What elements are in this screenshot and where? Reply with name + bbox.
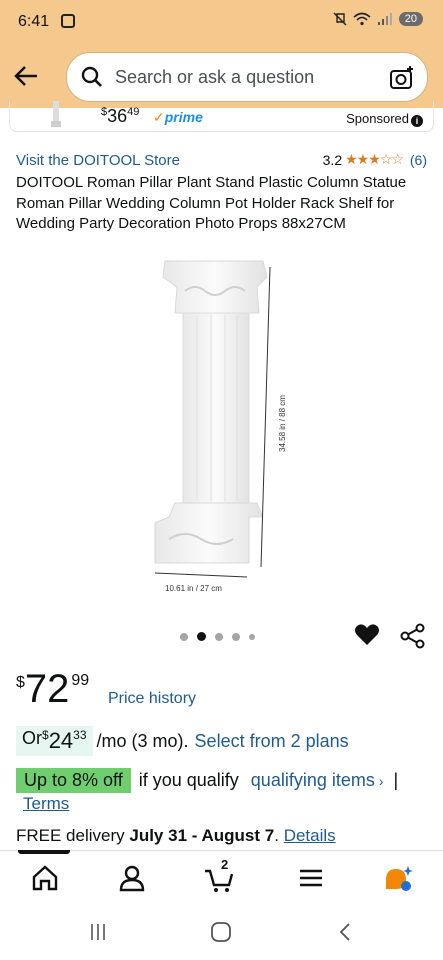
carousel-dot[interactable] xyxy=(215,632,223,641)
prime-badge: ✓prime xyxy=(153,109,203,125)
cart-icon[interactable] xyxy=(204,863,234,893)
height-dimension-label: 34.58 in / 88 cm xyxy=(278,395,287,452)
width-dimension-label: 10.61 in / 27 cm xyxy=(165,584,222,593)
sponsored-label[interactable]: Sponsored i xyxy=(346,111,423,127)
info-icon[interactable]: i xyxy=(411,115,423,127)
chevron-right-icon: › xyxy=(378,772,384,789)
store-link[interactable]: Visit the DOITOOL Store xyxy=(16,152,180,169)
delivery-details-link[interactable]: Details xyxy=(284,826,336,845)
account-icon[interactable] xyxy=(117,863,147,893)
rating-summary[interactable]: 3.2 ★★★☆☆ (6) xyxy=(323,151,427,168)
rating-stars-icon: ★★★☆☆ xyxy=(345,151,404,167)
promo-text: if you qualify xyxy=(138,770,239,790)
system-navigation-bar xyxy=(0,906,443,960)
delivery-info: FREE delivery July 31 - August 7. Detail… xyxy=(16,826,336,845)
back-arrow-icon[interactable] xyxy=(12,62,40,90)
home-icon[interactable] xyxy=(30,863,60,893)
system-back-icon[interactable] xyxy=(336,922,354,942)
recent-apps-icon[interactable] xyxy=(88,922,108,942)
prime-check-icon: ✓ xyxy=(153,109,165,125)
search-bar[interactable]: Search or ask a question xyxy=(66,52,428,102)
product-title: DOITOOL Roman Pillar Plant Stand Plastic… xyxy=(16,174,407,232)
search-icon xyxy=(81,66,102,87)
header-bar: 6:41 20 Search or ask a question xyxy=(0,0,443,108)
sponsored-product-thumbnail xyxy=(51,101,61,127)
search-input[interactable]: Search or ask a question xyxy=(115,67,314,88)
rating-value: 3.2 xyxy=(322,151,343,168)
monthly-payment: Or $24 33 /mo (3 mo). Select from 2 plans xyxy=(16,724,349,758)
screen-capture-icon xyxy=(61,14,75,28)
carousel-dot[interactable] xyxy=(232,632,240,641)
camera-search-icon[interactable] xyxy=(389,65,415,91)
rating-count[interactable]: (6) xyxy=(410,152,427,168)
promo-separator: | xyxy=(393,770,399,790)
home-button-icon[interactable] xyxy=(210,922,232,942)
sponsored-product-strip[interactable]: $3649 ✓prime Sponsored i xyxy=(9,101,434,132)
menu-icon[interactable] xyxy=(296,863,326,893)
price-history-link[interactable]: Price history xyxy=(108,690,196,708)
heart-icon[interactable] xyxy=(354,622,380,648)
terms-link[interactable]: Terms xyxy=(23,794,69,814)
status-icons: 20 xyxy=(333,12,423,26)
qualifying-items-link[interactable]: qualifying items xyxy=(251,770,375,791)
signal-icon xyxy=(377,13,392,25)
monthly-price-pill: Or $24 33 xyxy=(16,726,93,756)
cart-count: 2 xyxy=(221,857,229,872)
carousel-dot[interactable] xyxy=(180,632,188,641)
mute-icon xyxy=(333,12,347,26)
carousel-dot[interactable] xyxy=(249,633,255,640)
rufus-assistant-icon[interactable] xyxy=(383,863,413,893)
bottom-nav: 2 xyxy=(0,850,443,906)
image-carousel-dots[interactable] xyxy=(180,632,255,641)
promo-row: Up to 8% off if you qualify qualifying i… xyxy=(16,768,398,793)
active-tab-indicator xyxy=(18,850,70,854)
wifi-icon xyxy=(353,12,371,26)
carousel-dot-active[interactable] xyxy=(197,632,206,641)
product-price: $72 99 xyxy=(16,667,90,711)
select-plans-link[interactable]: Select from 2 plans xyxy=(195,731,349,752)
product-image[interactable]: 34.58 in / 88 cm 10.61 in / 27 cm xyxy=(145,255,295,600)
share-icon[interactable] xyxy=(400,623,426,649)
battery-indicator: 20 xyxy=(398,12,423,26)
status-time: 6:41 xyxy=(18,13,50,30)
discount-badge: Up to 8% off xyxy=(16,768,131,793)
monthly-term: /mo (3 mo). xyxy=(96,730,189,751)
status-bar: 6:41 20 xyxy=(0,0,443,44)
delivery-dates: July 31 - August 7 xyxy=(129,826,275,845)
sponsored-price: $3649 xyxy=(101,106,140,126)
